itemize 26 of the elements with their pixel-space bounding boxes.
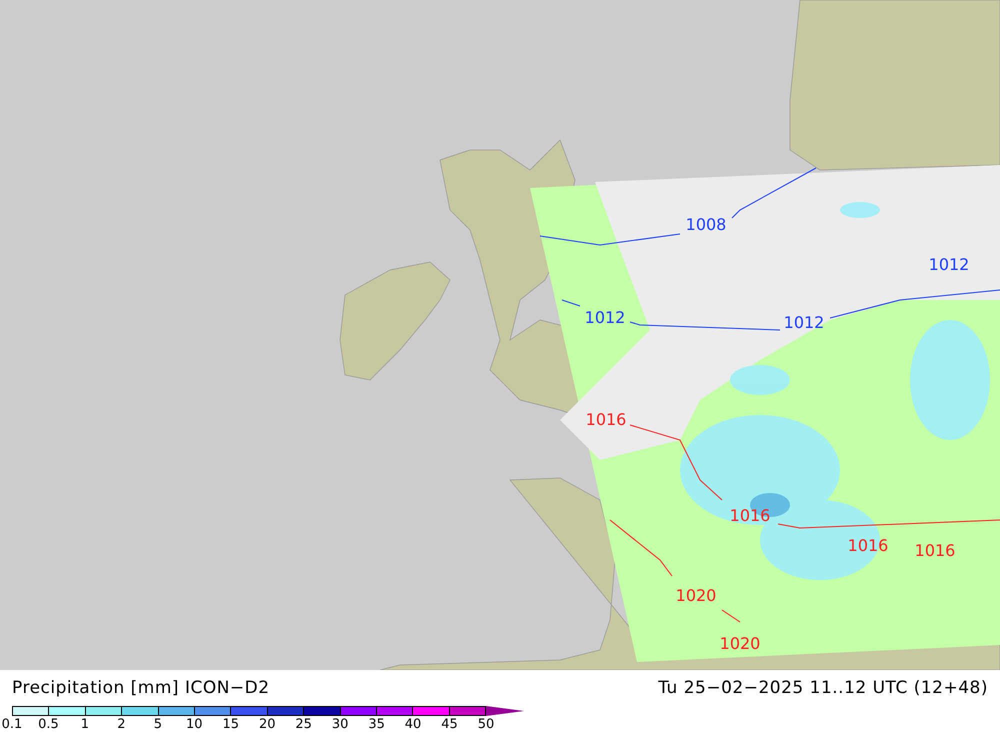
scale-label: 30 bbox=[332, 717, 348, 732]
scale-label: 25 bbox=[295, 717, 312, 732]
isobar-label: 1012 bbox=[584, 308, 626, 327]
valid-time: Tu 25−02−2025 11..12 UTC (12+48) bbox=[658, 678, 988, 698]
scale-label: 35 bbox=[368, 717, 385, 732]
scale-label: 10 bbox=[186, 717, 203, 732]
scale-label: 45 bbox=[441, 717, 458, 732]
isobar-label: 1020 bbox=[720, 634, 760, 653]
isobar-label: 1016 bbox=[848, 536, 888, 555]
scale-label: 5 bbox=[154, 717, 162, 732]
isobar-label: 1016 bbox=[914, 541, 956, 560]
scale-label: 15 bbox=[222, 717, 240, 732]
scale-label: 2 bbox=[117, 717, 126, 732]
isobar-label: 1012 bbox=[784, 313, 824, 332]
isobar-label: 1008 bbox=[686, 215, 726, 234]
scale-label: 50 bbox=[478, 717, 494, 732]
scale-label: 0.5 bbox=[38, 717, 59, 732]
isobar-label: 1016 bbox=[586, 410, 626, 429]
scale-label: 1 bbox=[80, 717, 90, 732]
scale-label: 40 bbox=[404, 717, 422, 732]
chart-title: Precipitation [mm] ICON−D2 bbox=[12, 678, 270, 698]
isobar-label: 1012 bbox=[928, 255, 970, 274]
isobar-label: 1016 bbox=[730, 506, 770, 525]
isobar-label: 1020 bbox=[676, 586, 716, 605]
scale-label: 0.1 bbox=[2, 717, 22, 732]
scale-label: 20 bbox=[258, 717, 276, 732]
